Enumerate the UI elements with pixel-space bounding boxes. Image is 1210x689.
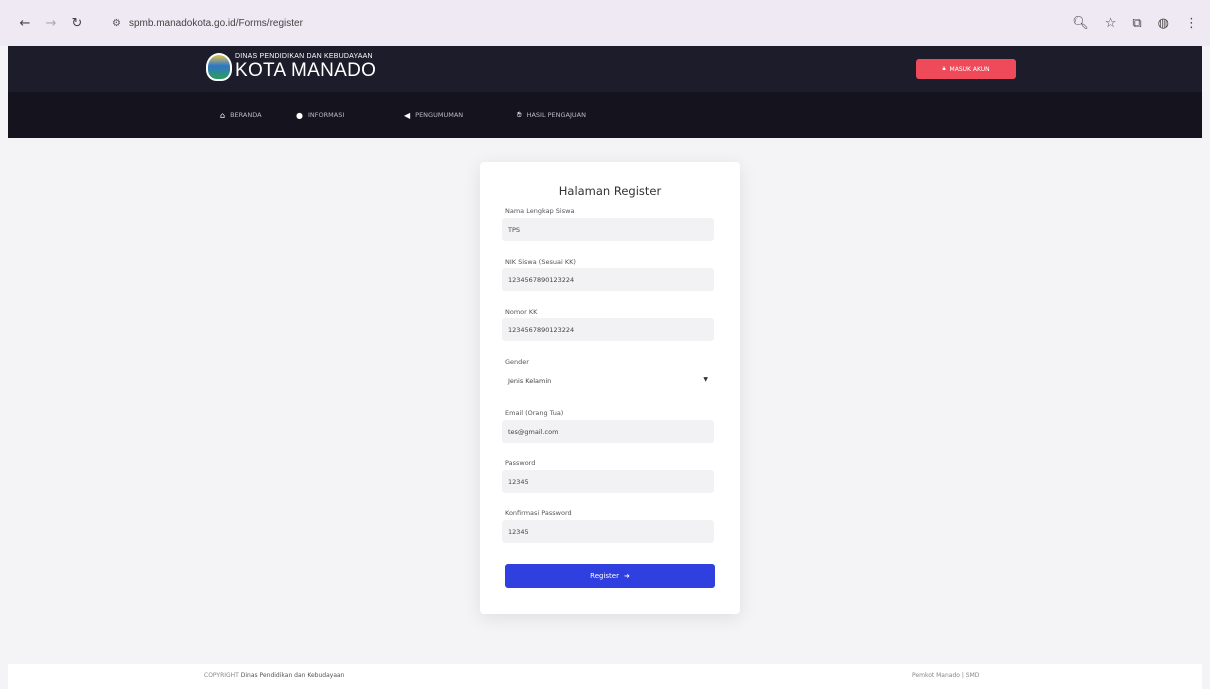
puzzle-icon[interactable]: ⧉ [1132,16,1141,31]
form-title: Halaman Register [558,184,662,198]
back-icon[interactable]: ← [14,12,36,34]
kk-number-input[interactable]: 1234567890123224 [502,318,714,341]
confirm-password-label: Konfirmasi Password [505,509,572,517]
register-button-label: Register [590,572,619,580]
info-icon: ● [296,110,303,120]
register-card: Halaman Register Nama Lengkap Siswa TPS … [480,162,740,614]
browser-toolbar: ← → ↻ ⚙ spmb.manadokota.go.id/Forms/regi… [0,0,1210,46]
nav-item-label: INFORMASI [307,111,345,119]
site-info-icon[interactable]: ⚙ [112,18,121,29]
star-icon[interactable]: ☆ [1105,16,1117,31]
forward-icon[interactable]: → [40,12,62,34]
reload-icon[interactable]: ↻ [66,12,88,34]
nav-item-informasi[interactable]: ● INFORMASI [296,92,344,138]
site-logo[interactable]: DINAS PENDIDIKAN DAN KEBUDAYAAN KOTA MAN… [206,52,376,81]
city-emblem-icon [206,52,232,81]
login-button[interactable]: 🔒︎ MASUK AKUN [916,59,1016,79]
login-button-label: MASUK AKUN [949,65,990,73]
nav-item-label: PENGUMUMAN [415,111,464,119]
gender-selected-value: Jenis Kelamin [508,376,552,385]
kk-number-label: Nomor KK [505,308,538,316]
nav-item-label: BERANDA [230,111,262,119]
footer-credit: Pemkot Manado | SMD [912,672,980,679]
nav-item-hasil-pengajuan[interactable]: ✋︎ HASIL PENGAJUAN [517,92,586,138]
nav-item-label: HASIL PENGAJUAN [526,111,586,119]
full-name-label: Nama Lengkap Siswa [505,207,575,215]
sign-in-icon: ➜ [623,572,630,580]
lock-icon: 🔒︎ [942,65,946,72]
nav-item-pengumuman[interactable]: ◀ PENGUMUMAN [404,92,463,138]
address-bar[interactable]: ⚙ spmb.manadokota.go.id/Forms/register [102,9,313,37]
megaphone-icon: ◀ [404,110,411,120]
register-button[interactable]: Register ➜ [505,564,715,588]
site-footer: COPYRIGHT Dinas Pendidikan dan Kebudayaa… [8,664,1202,689]
footer-copyright: COPYRIGHT Dinas Pendidikan dan Kebudayaa… [204,672,344,679]
footer-org-link[interactable]: Dinas Pendidikan dan Kebudayaan [241,672,345,679]
email-label: Email (Orang Tua) [505,409,564,417]
site-header: DINAS PENDIDIKAN DAN KEBUDAYAAN KOTA MAN… [8,46,1202,92]
nik-input[interactable]: 1234567890123224 [502,268,714,291]
chevron-down-icon: ▼ [703,376,708,383]
zoom-icon[interactable]: 🔍︎ [1072,16,1089,31]
password-label: Password [505,459,536,467]
copyright-text: COPYRIGHT [204,672,239,679]
home-icon: ⌂ [220,110,226,120]
handshake-icon: ✋︎ [517,110,522,119]
password-input[interactable]: 12345 [502,470,714,493]
globe-icon[interactable]: ◍ [1158,16,1169,31]
nik-label: NIK Siswa (Sesuai KK) [505,258,576,266]
logo-text: DINAS PENDIDIKAN DAN KEBUDAYAAN KOTA MAN… [235,52,376,81]
kebab-menu-icon[interactable]: ⋮ [1185,16,1198,31]
gender-label: Gender [505,358,529,366]
url-text[interactable]: spmb.manadokota.go.id/Forms/register [129,18,303,29]
full-name-input[interactable]: TPS [502,218,714,241]
browser-nav-buttons: ← → ↻ [14,12,88,34]
logo-title: KOTA MANADO [235,60,377,81]
nav-item-beranda[interactable]: ⌂ BERANDA [220,92,262,138]
confirm-password-input[interactable]: 12345 [502,520,714,543]
gender-select[interactable]: Jenis Kelamin ▼ [502,369,714,392]
browser-actions: 🔍︎ ☆ ⧉ ◍ ⋮ [1072,0,1198,46]
email-input[interactable]: tes@gmail.com [502,420,714,443]
main-navigation: ⌂ BERANDA ● INFORMASI ◀ PENGUMUMAN ✋︎ HA… [8,92,1202,138]
